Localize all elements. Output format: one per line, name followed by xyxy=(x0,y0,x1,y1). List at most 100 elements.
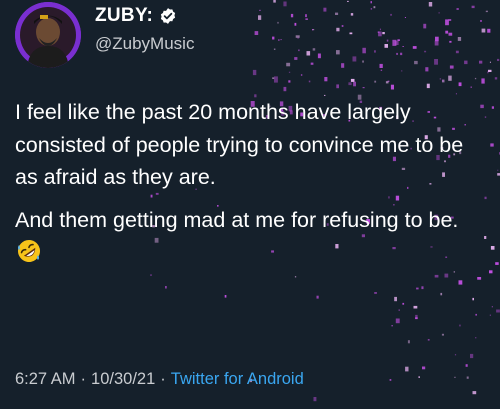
confetti-piece xyxy=(272,77,275,79)
confetti-piece xyxy=(224,295,227,298)
confetti-piece xyxy=(280,39,282,41)
confetti-piece xyxy=(458,82,462,87)
meta-separator: · xyxy=(160,370,166,388)
confetti-piece xyxy=(341,63,345,68)
confetti-piece xyxy=(165,286,167,289)
confetti-piece xyxy=(390,84,394,90)
confetti-piece xyxy=(418,376,420,378)
confetti-piece xyxy=(497,58,500,61)
avatar[interactable] xyxy=(15,2,81,68)
tweet-time[interactable]: 6:27 AM xyxy=(15,370,76,388)
confetti-piece xyxy=(459,324,461,327)
confetti-piece xyxy=(317,53,321,59)
tweet-meta: 6:27 AM · 10/30/21 · Twitter for Android xyxy=(15,370,304,389)
confetti-piece xyxy=(352,56,357,62)
confetti-piece xyxy=(396,52,398,55)
confetti-piece xyxy=(475,313,477,316)
confetti-piece xyxy=(491,106,494,109)
tweet-date[interactable]: 10/30/21 xyxy=(91,370,155,388)
confetti-piece xyxy=(313,397,317,402)
confetti-piece xyxy=(434,59,438,65)
confetti-piece xyxy=(386,39,389,42)
confetti-piece xyxy=(497,169,499,171)
author-display-name[interactable]: ZUBY: xyxy=(95,5,153,27)
confetti-piece xyxy=(464,60,468,65)
confetti-piece xyxy=(415,314,418,318)
verified-badge-icon xyxy=(159,7,177,25)
confetti-piece xyxy=(374,50,376,53)
confetti-piece xyxy=(405,366,409,372)
confetti-piece xyxy=(362,87,365,89)
confetti-piece xyxy=(472,297,474,301)
confetti-piece xyxy=(400,52,403,56)
confetti-piece xyxy=(445,30,449,34)
confetti-piece xyxy=(491,306,493,308)
confetti-piece xyxy=(297,37,299,39)
confetti-piece xyxy=(316,295,319,299)
confetti-piece xyxy=(407,340,410,344)
confetti-piece xyxy=(254,31,259,35)
confetti-piece xyxy=(288,80,291,83)
confetti-piece xyxy=(490,246,495,250)
confetti-piece xyxy=(487,28,491,33)
confetti-piece xyxy=(422,366,426,370)
confetti-piece xyxy=(379,63,383,68)
confetti-piece xyxy=(308,80,311,83)
tweet-paragraph-text: And them getting mad at me for refusing … xyxy=(15,207,459,232)
confetti-piece xyxy=(389,379,392,381)
confetti-piece xyxy=(300,74,303,76)
confetti-piece xyxy=(384,44,388,48)
confetti-piece xyxy=(312,29,315,31)
confetti-piece xyxy=(448,75,452,81)
confetti-piece xyxy=(347,0,349,2)
confetti-piece xyxy=(294,57,298,60)
confetti-piece xyxy=(379,28,381,31)
confetti-piece xyxy=(295,35,300,38)
confetti-piece xyxy=(336,50,340,55)
confetti-piece xyxy=(378,31,382,37)
author-name-row: ZUBY: xyxy=(95,5,177,27)
confetti-piece xyxy=(416,287,419,290)
confetti-piece xyxy=(481,28,486,33)
confetti-piece xyxy=(454,354,457,356)
confetti-piece xyxy=(449,65,454,69)
confetti-piece xyxy=(395,318,400,324)
confetti-piece xyxy=(312,48,316,51)
confetti-piece xyxy=(457,37,462,41)
confetti-piece xyxy=(424,50,427,53)
confetti-piece xyxy=(474,77,477,80)
confetti-piece xyxy=(489,270,493,274)
confetti-piece xyxy=(479,60,483,64)
confetti-piece xyxy=(252,69,257,76)
confetti-piece xyxy=(445,19,449,26)
confetti-piece xyxy=(387,80,390,82)
confetti-piece xyxy=(442,79,445,83)
confetti-piece xyxy=(377,31,380,33)
author-handle[interactable]: @ZubyMusic xyxy=(95,34,194,54)
confetti-piece xyxy=(487,71,489,74)
confetti-piece xyxy=(448,32,453,36)
confetti-piece xyxy=(283,1,287,7)
confetti-piece xyxy=(323,7,327,12)
confetti-piece xyxy=(273,0,276,3)
confetti-piece xyxy=(455,50,459,54)
confetti-piece xyxy=(489,314,491,316)
confetti-piece xyxy=(441,333,444,336)
tweet-source-link[interactable]: Twitter for Android xyxy=(171,370,304,388)
confetti-piece xyxy=(395,40,399,45)
confetti-piece xyxy=(277,21,279,24)
confetti-piece xyxy=(466,376,469,379)
confetti-piece xyxy=(480,20,482,22)
confetti-piece xyxy=(412,46,417,49)
confetti-piece xyxy=(485,10,488,13)
confetti-piece xyxy=(394,296,397,302)
confetti-piece xyxy=(310,62,314,65)
confetti-piece xyxy=(471,5,475,9)
tweet-paragraph: And them getting mad at me for refusing … xyxy=(15,204,485,269)
confetti-piece xyxy=(458,280,463,285)
confetti-piece xyxy=(489,61,491,63)
meta-separator: · xyxy=(80,370,87,388)
confetti-piece xyxy=(274,76,278,83)
confetti-piece xyxy=(350,78,355,82)
confetti-piece xyxy=(401,70,403,72)
